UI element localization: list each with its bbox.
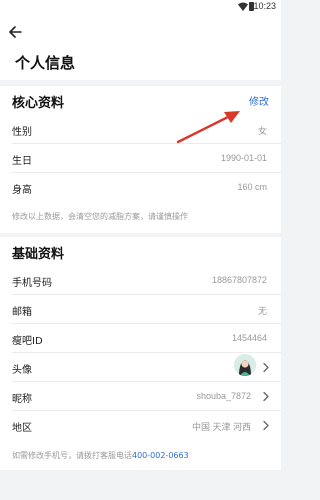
annotation-arrow [176, 111, 240, 144]
page-bottom [0, 470, 281, 500]
